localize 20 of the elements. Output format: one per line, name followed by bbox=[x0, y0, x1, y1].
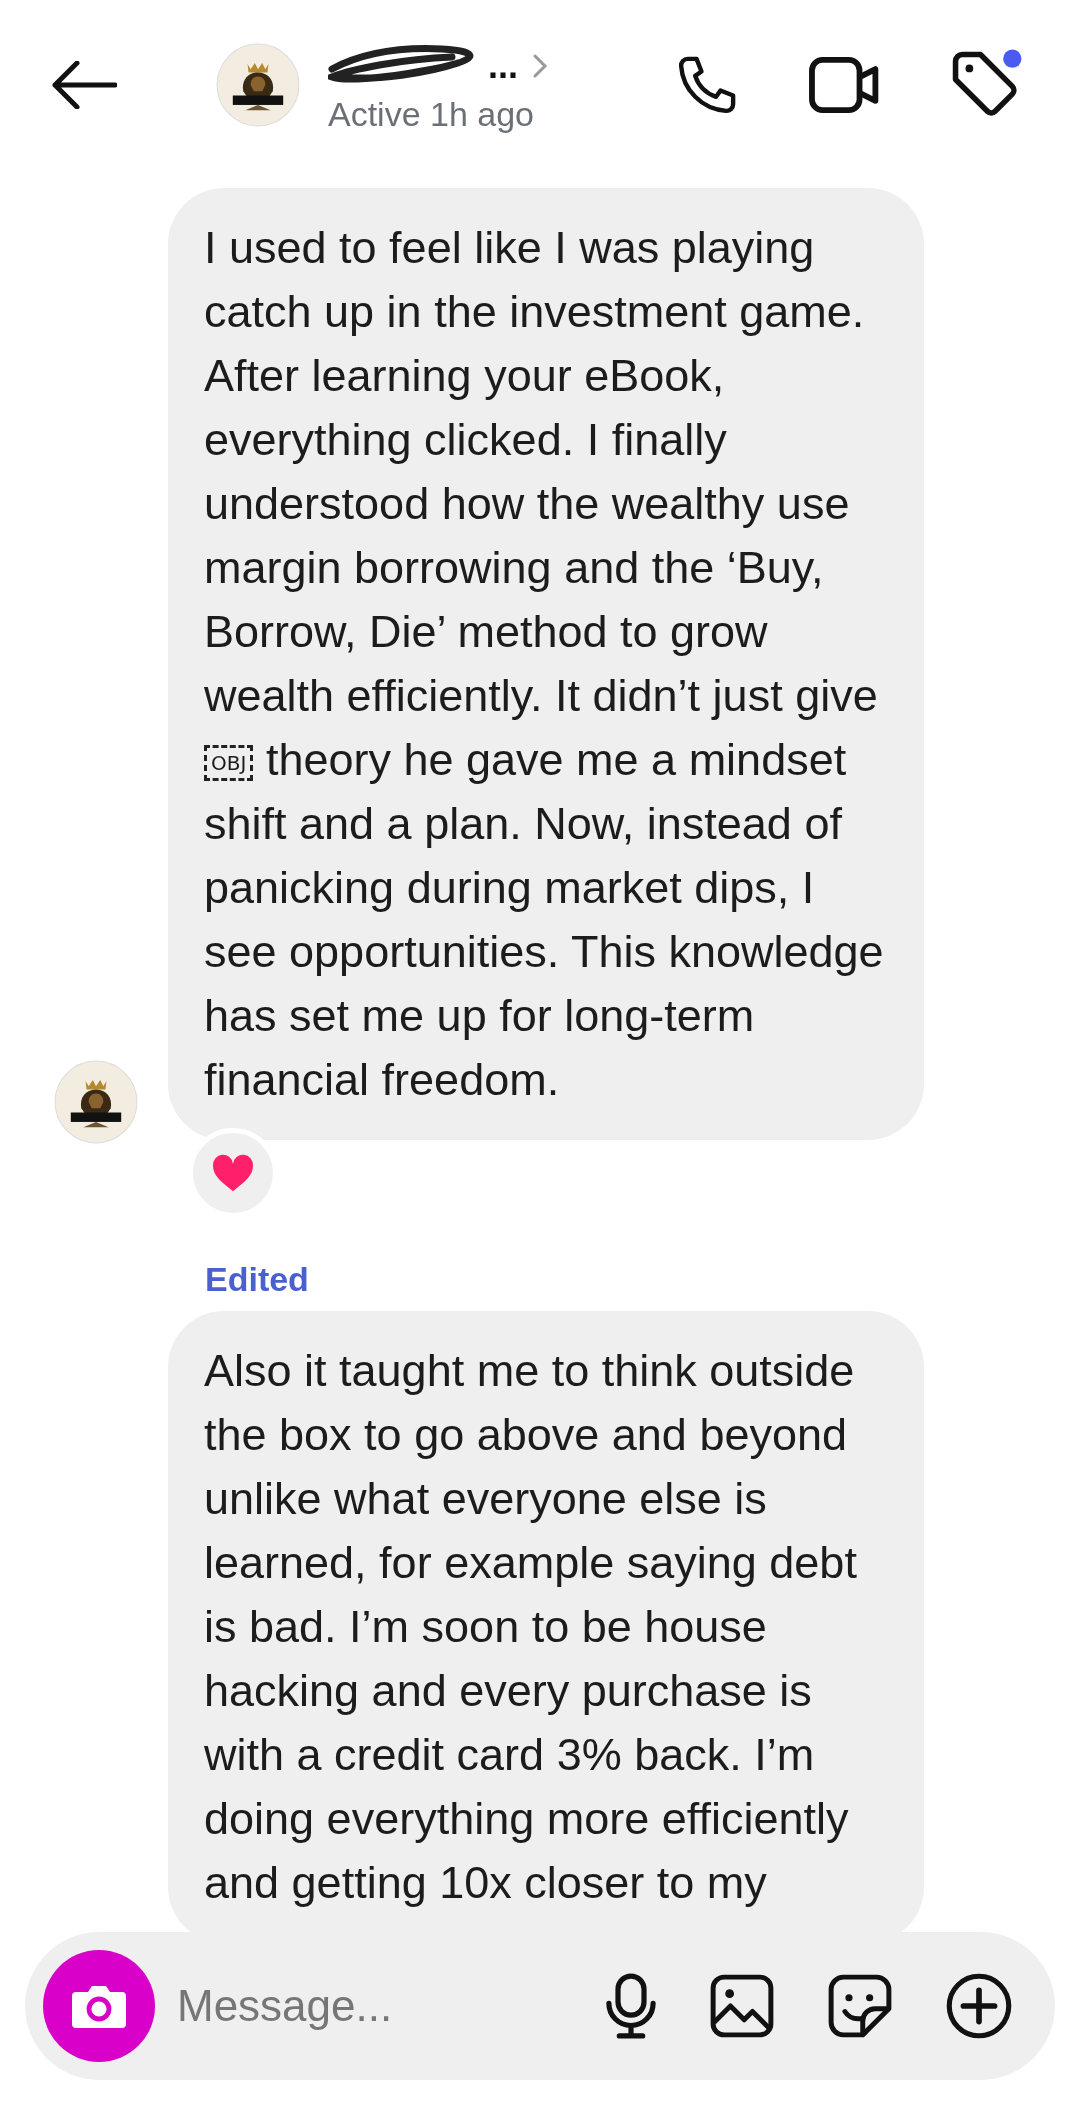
gallery-button[interactable] bbox=[709, 1973, 775, 2039]
profile-avatar[interactable] bbox=[216, 43, 300, 127]
voice-button[interactable] bbox=[605, 1972, 657, 2040]
message-bubble: Also it taught me to think outside the box to go above and beyond unlike what everyone else is learned, for example saying debt is bad. I’m soon to be house hacking and every purchase is with a credit card 3% back. I’m doing everything more efficiently and getting 10x closer to my bbox=[168, 1311, 924, 1932]
contact-name[interactable]: ... bbox=[488, 39, 518, 93]
add-button[interactable] bbox=[945, 1972, 1013, 2040]
message-input[interactable]: Message... bbox=[177, 1973, 577, 2039]
message-bubble: I used to feel like I was playing catch up in the investment game. After learning your eBook, everything clicked. I finally understood how the wealthy use margin borrowing and the ‘Buy, Borrow, Die’ method to grow wealth efficiently. It didn’t just give OBJ theory he gave me a mindset shift and a plan. Now, instead of panicking during market dips, I see opportunities. This knowledge has set me up for long-term financial freedom. bbox=[168, 188, 924, 1140]
image-icon bbox=[709, 1973, 775, 2039]
profile-avatar[interactable] bbox=[54, 1060, 138, 1144]
chevron-icon bbox=[532, 53, 548, 79]
active-status: Active 1h ago bbox=[328, 97, 536, 131]
sticker-button[interactable] bbox=[827, 1973, 893, 2039]
edited-label: Edited bbox=[205, 1260, 309, 1298]
plus-icon bbox=[945, 1972, 1013, 2040]
heart-icon bbox=[211, 1153, 255, 1193]
sticker-icon bbox=[827, 1973, 893, 2039]
back-icon bbox=[51, 61, 117, 109]
microphone-icon bbox=[605, 1972, 657, 2040]
object-placeholder-icon: OBJ bbox=[204, 745, 254, 782]
